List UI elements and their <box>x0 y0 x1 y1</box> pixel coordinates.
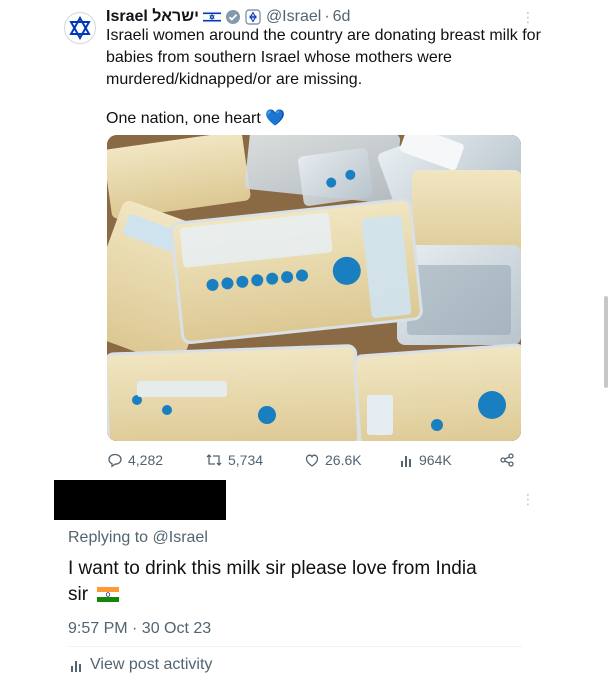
like-button[interactable]: 26.6K <box>304 452 362 468</box>
reply-text: I want to drink this milk sir please lov… <box>68 556 528 608</box>
reply-text-line2: sir <box>68 584 89 605</box>
view-post-activity-label: View post activity <box>90 656 213 673</box>
share-icon <box>500 453 514 467</box>
retweet-icon <box>206 454 222 466</box>
tweet-actions: 4,282 5,734 26.6K 964K <box>107 452 521 472</box>
tweet-text-line2: One nation, one heart 💙 <box>106 108 285 130</box>
separator-dot: · <box>324 8 330 25</box>
view-count: 964K <box>419 452 452 468</box>
heart-icon <box>305 454 319 467</box>
reply-count: 4,282 <box>128 452 164 468</box>
verified-badge-icon <box>225 10 240 24</box>
government-badge-icon <box>245 9 261 25</box>
avatar[interactable] <box>64 12 96 44</box>
redacted-reply-author <box>54 480 226 520</box>
star-of-david-icon <box>69 16 91 40</box>
india-flag-icon <box>97 587 120 603</box>
divider <box>68 646 522 647</box>
like-count: 26.6K <box>325 452 362 468</box>
israel-flag-icon <box>202 11 221 23</box>
more-options-icon[interactable]: ⋮ <box>521 10 535 24</box>
blue-heart-icon: 💙 <box>265 110 286 127</box>
scrollbar[interactable] <box>604 296 608 388</box>
views-button[interactable]: 964K <box>400 452 452 468</box>
view-post-activity-link[interactable]: View post activity <box>70 656 212 674</box>
tweet-time[interactable]: 6d <box>333 7 351 27</box>
replying-to-handle[interactable]: @Israel <box>153 529 208 546</box>
reply-more-options-icon[interactable]: ⋮ <box>521 492 535 506</box>
tweet-image[interactable] <box>107 135 521 441</box>
tweet-tagline: One nation, one heart <box>106 110 261 127</box>
views-chart-icon <box>71 661 81 672</box>
retweet-count: 5,734 <box>228 452 264 468</box>
reply-button[interactable]: 4,282 <box>107 452 163 468</box>
breast-milk-bags-photo <box>107 135 521 441</box>
handle[interactable]: @Israel <box>266 7 321 27</box>
reply-icon <box>108 453 122 468</box>
replying-to-line: Replying to @Israel <box>68 529 208 547</box>
display-name[interactable]: Israel ישראל <box>106 7 199 27</box>
reply-text-line1: I want to drink this milk sir please lov… <box>68 558 477 579</box>
tweet-text: Israeli women around the country are don… <box>106 27 541 88</box>
share-button[interactable] <box>499 452 515 468</box>
replying-to-label: Replying to <box>68 529 149 546</box>
retweet-button[interactable]: 5,734 <box>205 452 263 468</box>
views-chart-icon <box>401 456 411 467</box>
reply-timestamp[interactable]: 9:57 PM · 30 Oct 23 <box>68 620 211 638</box>
tweet-header: Israel ישראל @Israel · 6d <box>106 7 350 27</box>
